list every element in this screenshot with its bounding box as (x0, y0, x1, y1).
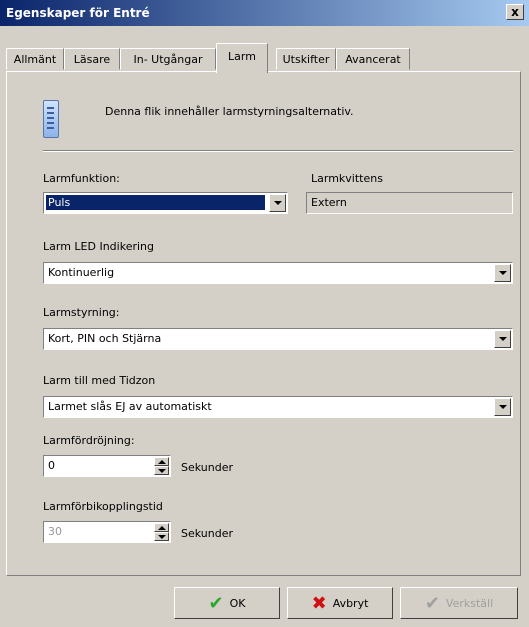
spin-buttons[interactable] (154, 523, 169, 541)
spin-buttons[interactable] (154, 457, 169, 475)
separator (43, 150, 513, 152)
tab-utskifter[interactable]: Utskifter (276, 48, 336, 70)
title-bar: Egenskaper för Entré x (0, 0, 529, 26)
delay-value: 0 (48, 459, 55, 472)
spin-up-icon[interactable] (154, 523, 169, 532)
apply-label: Verkställ (445, 596, 494, 610)
led-select[interactable]: Kontinuerlig (43, 262, 513, 284)
delay-label: Larmfördröjning: (43, 434, 135, 447)
apply-button[interactable]: ✔ Verkställ (400, 587, 518, 619)
ok-button[interactable]: ✔ OK (174, 587, 280, 619)
cross-icon: ✖ (311, 592, 327, 614)
timezone-select[interactable]: Larmet slås EJ av automatiskt (43, 396, 513, 418)
tab-larm[interactable]: Larm (216, 43, 268, 73)
chevron-down-icon[interactable] (494, 330, 511, 348)
cancel-button[interactable]: ✖ Avbryt (287, 587, 393, 619)
bypass-unit: Sekunder (181, 527, 233, 540)
timezone-value: Larmet slås EJ av automatiskt (48, 400, 212, 413)
control-label: Larmstyrning: (43, 306, 120, 319)
alarm-ack-field: Extern (306, 192, 513, 214)
bypass-label: Larmförbikopplingstid (43, 500, 163, 513)
alarm-ack-label: Larmkvittens (311, 172, 383, 185)
tab-avancerat[interactable]: Avancerat (336, 48, 410, 70)
spin-up-icon[interactable] (154, 457, 169, 466)
bypass-value: 30 (48, 525, 62, 538)
chevron-down-icon[interactable] (269, 194, 286, 212)
tab-description: Denna flik innehåller larmstyrningsalter… (105, 105, 354, 118)
control-value: Kort, PIN och Stjärna (48, 332, 162, 345)
delay-spinner[interactable]: 0 (43, 455, 171, 477)
panel-icon (43, 100, 59, 138)
led-value: Kontinuerlig (48, 266, 115, 279)
window-title: Egenskaper för Entré (6, 6, 150, 20)
led-label: Larm LED Indikering (43, 240, 154, 253)
chevron-down-icon[interactable] (494, 264, 511, 282)
spin-down-icon[interactable] (154, 466, 169, 475)
tab-allmant[interactable]: Allmänt (6, 48, 64, 70)
alarm-ack-value: Extern (311, 196, 347, 209)
cancel-label: Avbryt (332, 596, 369, 610)
chevron-down-icon[interactable] (494, 398, 511, 416)
alarm-function-select[interactable]: Puls (43, 192, 288, 214)
alarm-function-value: Puls (46, 195, 265, 210)
timezone-label: Larm till med Tidzon (43, 374, 156, 387)
ok-label: OK (229, 596, 246, 610)
tab-lasare[interactable]: Läsare (64, 48, 120, 70)
checkmark-icon: ✔ (424, 592, 440, 614)
tab-in-utgangar[interactable]: In- Utgångar (120, 48, 216, 70)
close-button[interactable]: x (506, 4, 524, 20)
delay-unit: Sekunder (181, 461, 233, 474)
checkmark-icon: ✔ (208, 592, 224, 614)
control-select[interactable]: Kort, PIN och Stjärna (43, 328, 513, 350)
alarm-function-label: Larmfunktion: (43, 172, 120, 185)
spin-down-icon[interactable] (154, 532, 169, 541)
bypass-spinner[interactable]: 30 (43, 521, 171, 543)
